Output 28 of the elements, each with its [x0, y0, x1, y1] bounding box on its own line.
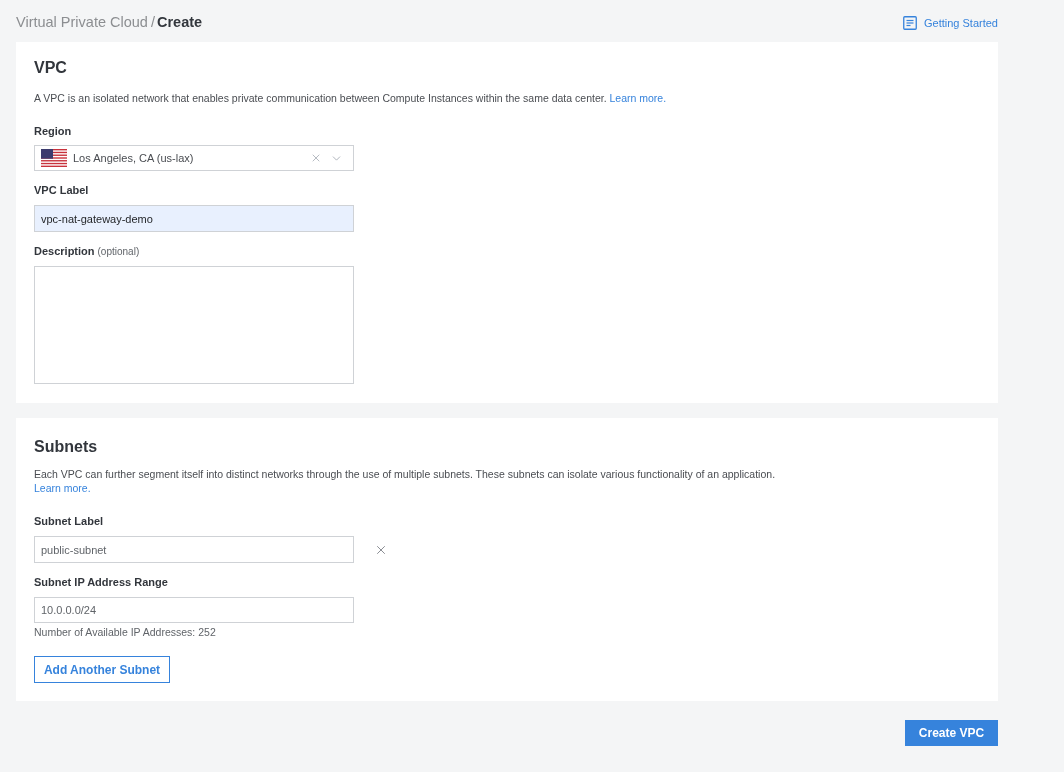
section-title: Subnets: [34, 437, 98, 457]
available-ip-count: Number of Available IP Addresses: 252: [34, 625, 216, 639]
field-label: Subnet Label: [34, 514, 104, 529]
ip-range-field[interactable]: 10.0.0.0/24: [34, 597, 354, 623]
add-subnet-button[interactable]: Add Another Subnet: [34, 656, 170, 683]
section-description: A VPC is an isolated network that enables private communication between Compute Instances within the same data center. Learn more.: [34, 91, 667, 106]
document-icon: [903, 16, 917, 30]
field-label: Region: [34, 124, 72, 139]
breadcrumb-current: Create: [156, 13, 203, 33]
learn-more-link[interactable]: Learn more.: [34, 482, 91, 494]
region-select[interactable]: Los Angeles, CA (us-lax): [34, 145, 354, 171]
breadcrumb-link[interactable]: Virtual Private Cloud: [16, 12, 148, 34]
breadcrumb-separator: /: [150, 13, 155, 33]
field-label: Subnet IP Address Range: [34, 575, 168, 590]
us-flag-icon: [41, 149, 67, 167]
subnet-label-field[interactable]: public-subnet: [34, 536, 354, 563]
clear-icon[interactable]: [310, 152, 322, 164]
region-value: Los Angeles, CA (us-lax): [73, 150, 194, 166]
description-field[interactable]: [34, 266, 354, 384]
field-label: VPC Label: [34, 183, 89, 198]
getting-started-link[interactable]: Getting Started: [903, 14, 998, 32]
vpc-label-field[interactable]: vpc-nat-gateway-demo: [34, 205, 354, 232]
create-vpc-button[interactable]: Create VPC: [905, 720, 998, 746]
section-description: Each VPC can further segment itself into distinct networks through the use of multiple subnets. These subnets can isolate various functionality of an application. Learn more.: [34, 467, 776, 495]
optional-hint: (optional): [97, 245, 140, 259]
field-label: Description: [34, 244, 95, 259]
section-title: VPC: [34, 58, 67, 78]
learn-more-link[interactable]: Learn more.: [609, 92, 667, 104]
